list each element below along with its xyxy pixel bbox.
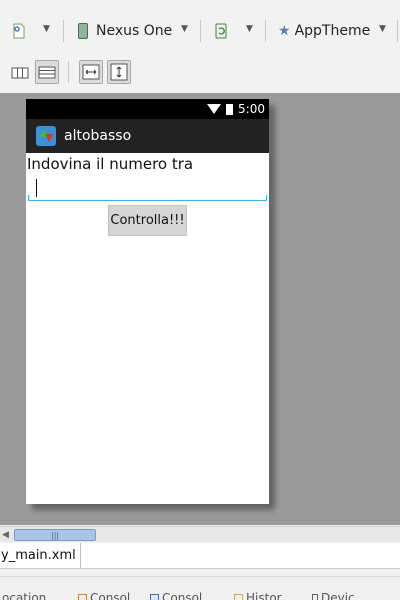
scroll-thumb[interactable]: |||	[14, 529, 96, 541]
device-label: Nexus One	[96, 23, 173, 39]
view-toolbar	[0, 58, 400, 88]
device-screen[interactable]: 5:00 altobasso Indovina il numero tra Co…	[26, 99, 269, 504]
number-input[interactable]	[28, 177, 267, 201]
editor-tab-bar: y_main.xml	[0, 543, 400, 569]
toolbar-separator	[265, 20, 266, 42]
rotate-icon	[215, 23, 227, 39]
tab-devices[interactable]: Devic	[312, 591, 355, 600]
tab-console[interactable]: Consol	[78, 591, 130, 600]
action-bar: altobasso	[26, 119, 269, 153]
chevron-down-icon[interactable]: ▼	[181, 24, 188, 34]
tab-devices-label: Devic	[321, 591, 355, 600]
toolbar-separator	[63, 20, 64, 42]
tab-console-2-label: Consol	[162, 591, 203, 600]
device-dropdown[interactable]: Nexus One	[78, 18, 172, 44]
prompt-text: Indovina il numero tra	[27, 155, 194, 173]
app-icon	[36, 126, 56, 146]
file-icon	[13, 23, 25, 39]
editor-tab[interactable]: y_main.xml	[0, 543, 81, 568]
chevron-down-icon[interactable]: ▼	[246, 24, 253, 34]
device-icon	[78, 23, 88, 39]
fit-width-icon	[82, 64, 100, 80]
status-time: 5:00	[238, 102, 265, 116]
theme-dropdown[interactable]: ★ AppTheme	[278, 18, 370, 44]
tab-history-label: Histor	[246, 591, 282, 600]
chevron-down-icon[interactable]: ▼	[379, 24, 386, 34]
tab-location[interactable]: ocation	[2, 591, 46, 600]
device-icon	[312, 594, 318, 600]
wifi-icon	[207, 104, 222, 114]
app-title: altobasso	[64, 128, 132, 144]
layout-rows-button[interactable]	[35, 60, 59, 84]
layout-columns-icon	[11, 67, 29, 79]
fit-height-icon	[110, 63, 128, 81]
theme-label: AppTheme	[294, 23, 371, 39]
layout-toolbar: ▼ Nexus One ▼ ▼ ★ AppTheme ▼	[0, 16, 400, 46]
tab-console-2[interactable]: Consol	[150, 591, 202, 600]
text-cursor	[36, 179, 37, 197]
console-icon	[78, 594, 87, 600]
history-icon	[234, 594, 243, 600]
scroll-left-icon[interactable]: ◀	[2, 530, 9, 540]
bottom-view-tabs: ocation Consol Consol Histor Devic	[0, 576, 400, 600]
toolbar-separator	[200, 20, 201, 42]
fit-width-button[interactable]	[79, 60, 103, 84]
fit-height-button[interactable]	[107, 60, 131, 84]
layout-rows-icon	[38, 66, 56, 79]
toolbar-separator	[397, 20, 398, 42]
star-icon: ★	[278, 23, 291, 39]
chevron-down-icon[interactable]: ▼	[43, 24, 50, 34]
tab-location-label: ocation	[2, 591, 47, 600]
toolbar-separator	[68, 61, 69, 83]
tab-history[interactable]: Histor	[234, 591, 282, 600]
controlla-button[interactable]: Controlla!!!	[108, 205, 187, 236]
file-config-dropdown[interactable]	[12, 18, 26, 44]
battery-icon	[226, 103, 234, 115]
orientation-dropdown[interactable]	[214, 18, 228, 44]
grip-icon: |||	[51, 531, 60, 540]
layout-canvas[interactable]: 5:00 altobasso Indovina il numero tra Co…	[0, 93, 400, 525]
horizontal-scrollbar[interactable]: ◀ |||	[0, 526, 400, 542]
tab-console-label: Consol	[90, 591, 131, 600]
layout-columns-button[interactable]	[8, 60, 32, 84]
status-bar: 5:00	[26, 99, 269, 119]
console-icon	[150, 594, 159, 600]
